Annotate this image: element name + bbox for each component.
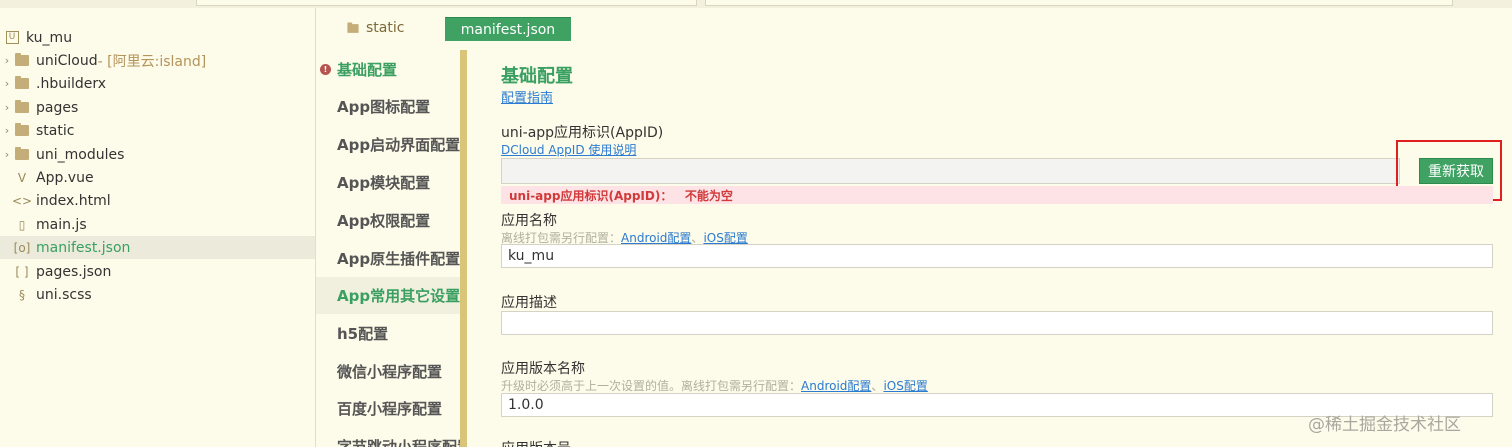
tree-item-pages-json[interactable]: [ ] pages.json	[0, 260, 315, 283]
appid-label: uni-app应用标识(AppID)	[501, 125, 664, 141]
tree-root-label: ku_mu	[26, 29, 73, 46]
cloud-folder-icon	[14, 53, 30, 68]
config-guide-link[interactable]: 配置指南	[501, 87, 553, 106]
tab-label: static	[366, 20, 405, 36]
tree-item-static[interactable]: › static	[0, 119, 315, 142]
tab-static-folder[interactable]: static	[346, 20, 404, 36]
app-desc-input[interactable]	[501, 311, 1493, 335]
nav-toutiao-config[interactable]: 字节跳动小程序配置	[316, 428, 460, 447]
tree-item-hbuilderx[interactable]: › .hbuilderx	[0, 72, 315, 95]
top-toolbar-fragment	[0, 0, 1512, 8]
tree-item-label: pages.json	[36, 263, 112, 280]
scss-file-icon: §	[19, 287, 25, 302]
tree-item-label: manifest.json	[36, 239, 131, 256]
tree-item-pages[interactable]: › pages	[0, 96, 315, 119]
tree-item-suffix: - [阿里云:island]	[97, 53, 207, 70]
watermark: @稀土掘金技术社区	[1308, 415, 1461, 435]
tab-manifest-json[interactable]: manifest.json	[445, 17, 571, 41]
json-file-icon: [ ]	[15, 264, 29, 279]
folder-icon	[14, 100, 30, 115]
nav-app-other-settings[interactable]: App常用其它设置	[316, 277, 460, 314]
folder-icon	[14, 123, 30, 138]
tree-item-label: App.vue	[36, 169, 94, 186]
toolbar-field-2[interactable]	[705, 0, 1453, 6]
chevron-right-icon[interactable]: ›	[0, 101, 14, 114]
version-code-label: 应用版本号	[501, 438, 571, 447]
project-explorer: U ku_mu › uniCloud - [阿里云:island] › .hbu…	[0, 8, 316, 447]
nav-h5-config[interactable]: h5配置	[316, 315, 460, 352]
nav-app-module-config[interactable]: App模块配置	[316, 164, 460, 201]
error-icon: !	[320, 64, 331, 75]
hint-separator: 、	[871, 379, 884, 393]
config-form: 基础配置 配置指南 uni-app应用标识(AppID) DCloud AppI…	[467, 46, 1512, 447]
chevron-right-icon[interactable]: ›	[0, 148, 14, 161]
tree-item-unicloud[interactable]: › uniCloud - [阿里云:island]	[0, 49, 315, 72]
html-file-icon: <>	[11, 193, 33, 208]
hint-text: 离线打包需另行配置：	[501, 231, 622, 245]
nav-divider	[460, 50, 467, 447]
vue-file-icon: V	[17, 170, 27, 185]
tree-item-label: uni_modules	[36, 146, 125, 163]
tree-item-uni-modules[interactable]: › uni_modules	[0, 143, 315, 166]
project-root-icon: U	[4, 31, 20, 45]
editor-tabs: static manifest.json	[316, 8, 1512, 46]
section-title: 基础配置	[501, 66, 573, 87]
android-config-link[interactable]: Android配置	[621, 231, 691, 245]
version-name-label: 应用版本名称	[501, 361, 585, 377]
tree-item-uni-scss[interactable]: § uni.scss	[0, 283, 315, 306]
nav-app-permission-config[interactable]: App权限配置	[316, 202, 460, 239]
tree-item-label: .hbuilderx	[36, 75, 107, 92]
nav-app-splash-config[interactable]: App启动界面配置	[316, 126, 460, 163]
json-file-icon: [o]	[13, 240, 31, 255]
tree-item-label: uniCloud	[36, 52, 98, 69]
folder-icon	[347, 22, 359, 33]
folder-icon	[14, 76, 30, 91]
nav-weixin-config[interactable]: 微信小程序配置	[316, 353, 460, 390]
tree-root[interactable]: U ku_mu	[0, 26, 315, 49]
appid-error-message: uni-app应用标识(AppID)： 不能为空	[501, 186, 1493, 204]
tree-item-label: pages	[36, 99, 79, 116]
tree-item-label: main.js	[36, 216, 87, 233]
app-desc-label: 应用描述	[501, 295, 557, 311]
tree-item-app-vue[interactable]: V App.vue	[0, 166, 315, 189]
tree-item-label: index.html	[36, 192, 111, 209]
config-nav: ! 基础配置 App图标配置 App启动界面配置 App模块配置 App权限配置…	[316, 46, 460, 447]
hint-text: 升级时必须高于上一次设置的值。离线打包需另行配置：	[501, 379, 802, 393]
chevron-right-icon[interactable]: ›	[0, 54, 14, 67]
tree-item-index-html[interactable]: <> index.html	[0, 189, 315, 212]
nav-basic-config[interactable]: ! 基础配置	[316, 51, 460, 88]
chevron-right-icon[interactable]: ›	[0, 124, 14, 137]
tree-item-label: static	[36, 122, 75, 139]
nav-baidu-config[interactable]: 百度小程序配置	[316, 390, 460, 427]
toolbar-field-1[interactable]	[196, 0, 697, 6]
nav-app-icon-config[interactable]: App图标配置	[316, 88, 460, 125]
hint-separator: 、	[691, 231, 704, 245]
app-name-label: 应用名称	[501, 213, 557, 229]
android-config-link[interactable]: Android配置	[801, 379, 871, 393]
app-name-input[interactable]: ku_mu	[501, 244, 1493, 268]
appid-input[interactable]	[501, 158, 1400, 184]
nav-label: 基础配置	[337, 61, 398, 79]
nav-app-native-plugin-config[interactable]: App原生插件配置	[316, 240, 460, 277]
ios-config-link[interactable]: iOS配置	[883, 379, 927, 393]
tree-item-label: uni.scss	[36, 286, 92, 303]
tree-item-manifest-json[interactable]: [o] manifest.json	[0, 236, 315, 259]
version-name-hint: 升级时必须高于上一次设置的值。离线打包需另行配置：Android配置、iOS配置	[501, 377, 928, 394]
folder-icon	[14, 147, 30, 162]
js-file-icon: ▯	[18, 217, 26, 232]
chevron-right-icon[interactable]: ›	[0, 77, 14, 90]
tree-item-main-js[interactable]: ▯ main.js	[0, 213, 315, 236]
appid-help-link[interactable]: DCloud AppID 使用说明	[501, 141, 636, 158]
ios-config-link[interactable]: iOS配置	[703, 231, 747, 245]
